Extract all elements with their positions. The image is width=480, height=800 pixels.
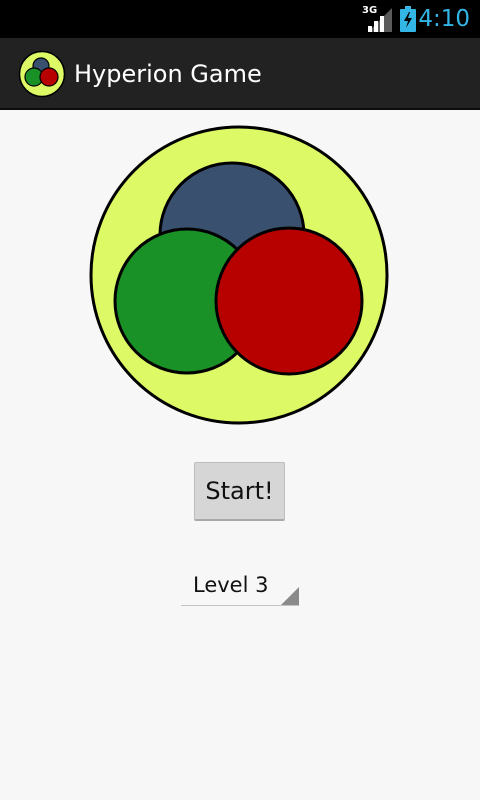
hyperion-logo-icon[interactable] [18, 50, 66, 98]
spinner-arrow-icon [281, 587, 299, 605]
app-title: Hyperion Game [74, 60, 262, 88]
hyperion-logo [89, 125, 389, 425]
level-spinner[interactable]: Level 3 [181, 566, 299, 606]
status-time: 4:10 [418, 6, 470, 32]
level-selected-label: Level 3 [193, 573, 269, 597]
action-bar: Hyperion Game [0, 38, 480, 110]
signal-bars-icon [368, 8, 392, 32]
start-button[interactable]: Start! [194, 462, 285, 521]
battery-charging-icon [400, 6, 416, 32]
logo-red-circle [214, 226, 364, 376]
status-bar: 3G 4:10 [0, 0, 480, 38]
